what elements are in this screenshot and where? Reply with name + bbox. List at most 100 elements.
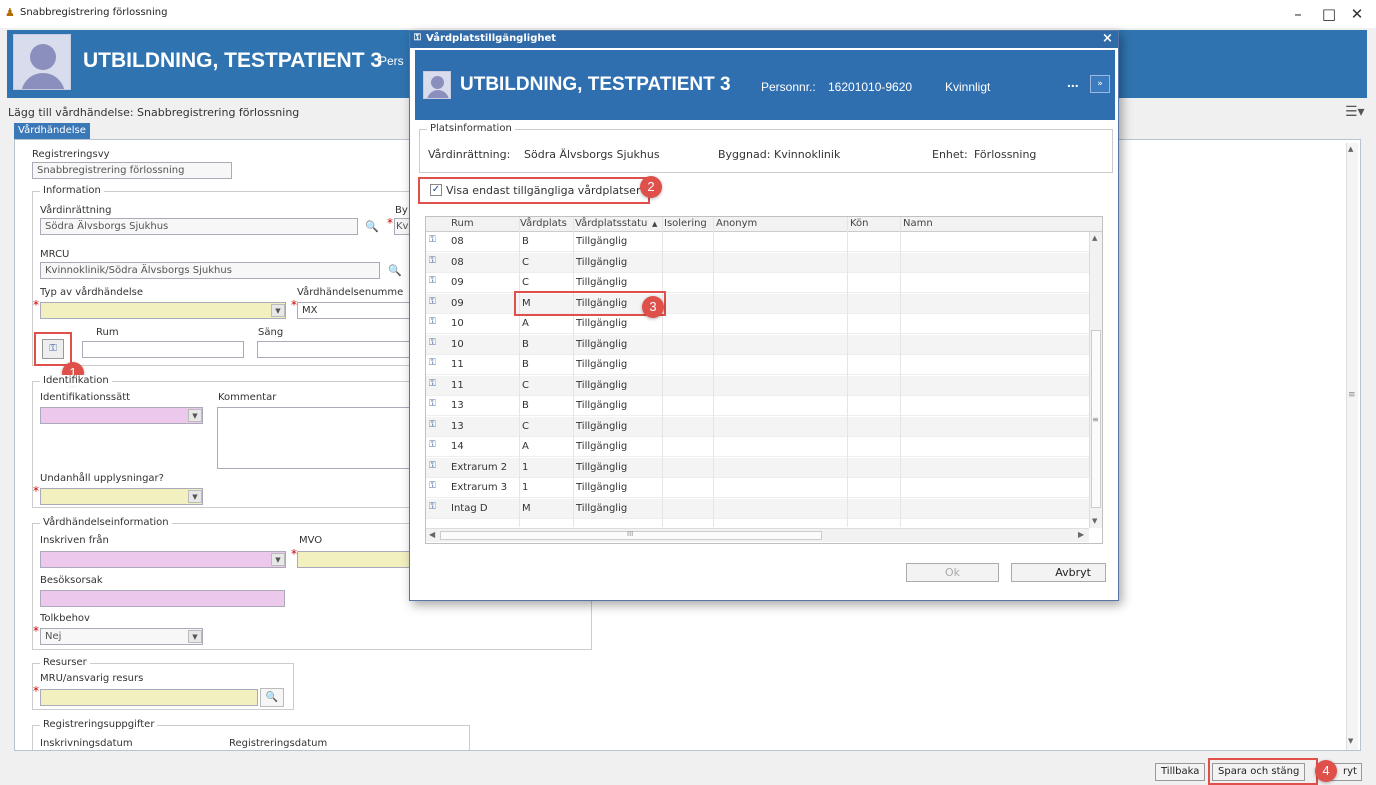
close-button[interactable]: ✕ (1342, 4, 1372, 24)
chevron-down-icon[interactable]: ▼ (271, 304, 285, 317)
typ-select[interactable] (40, 302, 286, 319)
table-row[interactable]: ⚿ Extrarum 3 1 Tillgänglig (426, 478, 1102, 498)
rum-field[interactable] (82, 341, 244, 358)
mrcu-search-icon[interactable]: 🔍 (388, 264, 402, 277)
grid-vscrollbar[interactable]: ▲ ≡ ▼ (1089, 232, 1102, 528)
dlg-enhet-value: Förlossning (974, 148, 1037, 161)
cell-status: Tillgänglig (576, 338, 628, 350)
identsatt-label: Identifikationssätt (40, 392, 131, 403)
table-row[interactable]: ⚿ 09 C Tillgänglig (426, 273, 1102, 293)
chevron-down-icon[interactable]: ▼ (188, 630, 202, 643)
menu-icon[interactable]: ☰▾ (1345, 104, 1365, 120)
cell-status: Tillgänglig (576, 420, 628, 432)
table-row[interactable]: ⚿ 14 A Tillgänglig (426, 437, 1102, 457)
cell-status: Tillgänglig (576, 359, 628, 370)
avatar (423, 71, 451, 99)
grid-hscrollbar[interactable]: ◀ III ▶ (426, 528, 1089, 542)
bed-icon: ⚿ (429, 276, 436, 286)
mru-field[interactable] (40, 689, 258, 706)
required-marker: * (33, 624, 39, 638)
dialog-titlebar: ⚿ Vårdplatstillgänglighet × (410, 31, 1118, 48)
chevron-down-icon[interactable]: ▼ (271, 553, 285, 566)
ok-button[interactable]: Ok (906, 563, 999, 582)
undanhall-select[interactable] (40, 488, 203, 505)
inskriven-select[interactable] (40, 551, 286, 568)
registreringsvy-field[interactable]: Snabbregistrering förlossning (32, 162, 232, 179)
bed-icon: ⚿ (429, 337, 436, 348)
cell-rum: 09 (451, 297, 464, 309)
platsinfo-legend: Platsinformation (427, 123, 515, 134)
col-isolering[interactable]: Isolering (664, 218, 707, 229)
bed-icon: ⚿ (429, 399, 436, 409)
mrcu-field[interactable]: Kvinnoklinik/Södra Älvsborgs Sjukhus (40, 262, 380, 279)
table-row[interactable]: ⚿ 10 A Tillgänglig (426, 314, 1102, 334)
kommentar-label: Kommentar (218, 392, 277, 403)
cell-plats: B (522, 400, 529, 411)
cell-plats: C (522, 420, 529, 432)
cell-rum: 10 (451, 338, 464, 350)
room-picker-button[interactable]: ⚿ (42, 339, 64, 359)
sang-field[interactable] (257, 341, 410, 358)
bed-icon: ⚿ (429, 358, 436, 368)
col-rum[interactable]: Rum (451, 218, 474, 229)
col-vardplats[interactable]: Vårdplats (520, 218, 567, 229)
col-anonym[interactable]: Anonym (716, 218, 757, 229)
table-row[interactable]: ⚿ 13 C Tillgänglig (426, 416, 1102, 437)
vhnummer-field[interactable]: MX (297, 302, 410, 319)
required-marker: * (33, 298, 39, 312)
dialog-close-button[interactable]: × (1102, 31, 1113, 46)
table-row[interactable]: ⚿ Intag D M Tillgänglig (426, 498, 1102, 519)
identsatt-select[interactable] (40, 407, 203, 424)
col-kon[interactable]: Kön (850, 218, 869, 229)
mvo-field[interactable] (297, 551, 410, 568)
dialog-icon: ⚿ (414, 33, 421, 43)
bed-icon: ⚿ (429, 481, 436, 491)
vardinrattning-search-icon[interactable]: 🔍 (365, 220, 379, 233)
only-available-label[interactable]: Visa endast tillgängliga vårdplatser (446, 184, 640, 197)
dlg-byggnad-label: Byggnad: (718, 148, 771, 161)
col-namn[interactable]: Namn (903, 218, 933, 229)
more-button[interactable]: ... (1067, 74, 1079, 90)
cell-status: Tillgänglig (576, 482, 628, 493)
inskriven-label: Inskriven från (40, 535, 109, 546)
col-status[interactable]: Vårdplatsstatu (575, 218, 647, 229)
table-row[interactable]: ⚿ 13 B Tillgänglig (426, 396, 1102, 416)
cell-status: Tillgänglig (576, 400, 628, 411)
tillbaka-button[interactable]: Tillbaka (1155, 763, 1206, 781)
chevron-down-icon[interactable]: ▼ (188, 490, 202, 503)
table-row[interactable]: ⚿ 08 C Tillgänglig (426, 252, 1102, 273)
cell-plats: B (522, 359, 529, 370)
expand-icon[interactable]: » (1090, 75, 1110, 93)
mru-search-button[interactable]: 🔍 (260, 688, 284, 707)
besoksorsak-field[interactable] (40, 590, 285, 607)
cell-rum: 08 (451, 256, 464, 268)
grid-body: ⚿ 08 B Tillgänglig ⚿ 08 C Tillgänglig ⚿ 09 C Tillgä… (426, 232, 1102, 528)
avatar (13, 34, 71, 90)
table-row[interactable]: ⚿ 08 B Tillgänglig (426, 232, 1102, 252)
table-row[interactable]: ⚿ 11 C Tillgänglig (426, 375, 1102, 396)
undanhall-label: Undanhåll upplysningar? (40, 473, 164, 484)
tolkbehov-select[interactable]: Nej (40, 628, 203, 645)
cell-rum: 11 (451, 359, 464, 370)
regupp-legend: Registreringsuppgifter (40, 719, 158, 730)
app-icon: ♟ (5, 6, 15, 19)
cell-rum: 13 (451, 400, 464, 411)
cell-status: Tillgänglig (576, 379, 628, 391)
chevron-down-icon[interactable]: ▼ (188, 409, 202, 422)
patient-name: UTBILDNING, TESTPATIENT 3 (83, 49, 383, 72)
vardinrattning-field[interactable]: Södra Älvsborgs Sjukhus (40, 218, 358, 235)
only-available-checkbox[interactable]: ✓ (430, 184, 442, 196)
table-row[interactable]: ⚿ Extrarum 2 1 Tillgänglig (426, 457, 1102, 478)
restore-button[interactable]: □ (1314, 4, 1344, 24)
inskrivningsdatum-label: Inskrivningsdatum (40, 738, 133, 749)
byggnad-field[interactable]: Kv (394, 218, 410, 235)
marker-2: 2 (640, 176, 662, 198)
kommentar-field[interactable] (217, 407, 410, 469)
table-row[interactable]: ⚿ 10 B Tillgänglig (426, 334, 1102, 355)
table-row[interactable]: ⚿ 11 B Tillgänglig (426, 355, 1102, 375)
tab-vardhandelse[interactable]: Vårdhändelse (14, 123, 90, 139)
minimize-button[interactable]: – (1283, 4, 1313, 24)
main-scrollbar[interactable]: ▲ ≡ ▼ (1346, 143, 1358, 750)
window-title: Snabbregistrering förlossning (20, 7, 168, 18)
dialog-avbryt-button[interactable]: Avbryt (1011, 563, 1106, 582)
